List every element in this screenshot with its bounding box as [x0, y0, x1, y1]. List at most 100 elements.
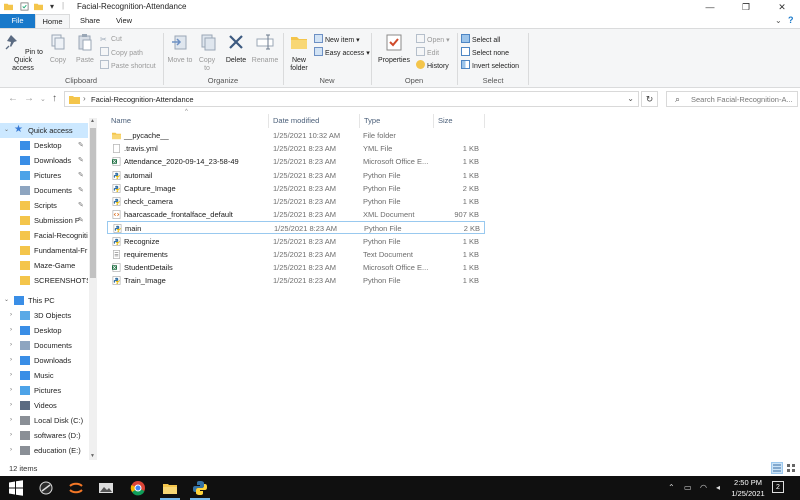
app-icon[interactable]: [38, 480, 54, 496]
column-divider[interactable]: [484, 114, 485, 128]
forward-icon[interactable]: →: [24, 93, 34, 104]
refresh-button[interactable]: ↻: [641, 91, 658, 107]
python-icon[interactable]: [192, 480, 208, 496]
volume-icon[interactable]: ◂: [716, 483, 720, 492]
chevron-right-icon[interactable]: ›: [10, 338, 12, 353]
easy-access-button[interactable]: Easy access ▾: [314, 47, 370, 58]
column-size[interactable]: Size: [438, 116, 453, 125]
search-input[interactable]: Search Facial-Recognition-A...: [691, 95, 793, 104]
nav-item-pc[interactable]: › education (E:): [0, 443, 88, 458]
copy-button[interactable]: Copy: [46, 32, 70, 65]
clock-date[interactable]: 1/25/2021: [728, 489, 768, 498]
maximize-button[interactable]: ❐: [728, 0, 764, 14]
file-row[interactable]: automail 1/25/2021 8:23 AM Python File 1 KB: [107, 169, 485, 182]
nav-quick-access[interactable]: ⌄ ★ Quick access: [0, 123, 88, 138]
tab-file[interactable]: File: [0, 14, 35, 28]
show-hidden-icons-icon[interactable]: ⌃: [668, 483, 675, 492]
search-box[interactable]: ⌕ Search Facial-Recognition-A...: [666, 91, 798, 107]
new-folder-button[interactable]: New folder: [286, 32, 312, 73]
help-icon[interactable]: ?: [788, 15, 794, 25]
chevron-down-icon[interactable]: ⌄: [4, 123, 9, 138]
file-row[interactable]: Capture_Image 1/25/2021 8:23 AM Python Fil…: [107, 182, 485, 195]
properties-button[interactable]: Properties: [374, 32, 414, 65]
nav-this-pc[interactable]: ⌄ This PC: [0, 293, 88, 308]
cut-button[interactable]: ✂ Cut: [100, 34, 122, 45]
nav-item-pc[interactable]: › Downloads: [0, 353, 88, 368]
wifi-icon[interactable]: ◠: [700, 483, 707, 492]
nav-item-pinned[interactable]: Pictures ✎: [0, 168, 88, 183]
chevron-right-icon[interactable]: ›: [10, 443, 12, 458]
up-icon[interactable]: ↑: [52, 93, 57, 104]
nav-item-pc[interactable]: › Videos: [0, 398, 88, 413]
nav-item-pc[interactable]: › Pictures: [0, 383, 88, 398]
ribbon-expand-icon[interactable]: ⌄: [775, 16, 782, 25]
chevron-right-icon[interactable]: ›: [10, 368, 12, 383]
chevron-down-icon[interactable]: ⌄: [627, 94, 634, 103]
delete-button[interactable]: Delete: [222, 32, 250, 65]
file-row[interactable]: .travis.yml 1/25/2021 8:23 AM YML File 1 KB: [107, 142, 485, 155]
nav-item-pinned[interactable]: Documents ✎: [0, 183, 88, 198]
edit-button[interactable]: Edit: [416, 47, 439, 58]
windows-start-icon[interactable]: [8, 480, 24, 496]
paste-shortcut-button[interactable]: Paste shortcut: [100, 60, 156, 71]
column-name[interactable]: Name: [111, 116, 131, 125]
details-view-button[interactable]: [771, 462, 783, 474]
network-icon[interactable]: ▭: [684, 483, 692, 492]
column-divider[interactable]: [433, 114, 434, 128]
chevron-right-icon[interactable]: ›: [10, 308, 12, 323]
address-bar[interactable]: › Facial-Recognition-Attendance ⌄: [64, 91, 639, 107]
nav-item-pc[interactable]: › Local Disk (C:): [0, 413, 88, 428]
nav-item-pc[interactable]: › 3D Objects: [0, 308, 88, 323]
file-explorer-icon[interactable]: [162, 480, 178, 496]
nav-item-recent[interactable]: Maze-Game: [0, 258, 88, 273]
paste-button[interactable]: Paste: [72, 32, 98, 65]
file-row[interactable]: StudentDetails 1/25/2021 8:23 AM Microsoft…: [107, 261, 485, 274]
chevron-right-icon[interactable]: ›: [10, 353, 12, 368]
tab-home[interactable]: Home: [35, 14, 70, 28]
move-to-button[interactable]: Move to: [167, 32, 193, 65]
chrome-icon[interactable]: [130, 480, 146, 496]
minimize-button[interactable]: —: [692, 0, 728, 14]
nav-item-pinned[interactable]: Submission P ✎: [0, 213, 88, 228]
copy-path-button[interactable]: Copy path: [100, 47, 143, 58]
scroll-up-icon[interactable]: ▲: [90, 118, 95, 124]
nav-item-recent[interactable]: Facial-Recogniti: [0, 228, 88, 243]
column-type[interactable]: Type: [364, 116, 380, 125]
select-none-button[interactable]: Select none: [461, 47, 509, 58]
back-icon[interactable]: ←: [8, 93, 18, 104]
recent-locations-icon[interactable]: ⌄: [40, 95, 46, 103]
nav-item-recent[interactable]: SCREENSHOTS: [0, 273, 88, 288]
chevron-right-icon[interactable]: ›: [10, 323, 12, 338]
pin-to-quick-access-button[interactable]: Pin to Quick access: [3, 32, 43, 73]
nav-item-pinned[interactable]: Desktop ✎: [0, 138, 88, 153]
tab-share[interactable]: Share: [75, 14, 105, 28]
photos-icon[interactable]: [98, 480, 114, 496]
invert-selection-button[interactable]: Invert selection: [461, 60, 519, 71]
clock-time[interactable]: 2:50 PM: [730, 478, 766, 487]
chevron-right-icon[interactable]: ›: [10, 413, 12, 428]
copy-to-button[interactable]: Copy to: [195, 32, 219, 73]
chevron-right-icon[interactable]: ›: [10, 428, 12, 443]
chevron-down-icon[interactable]: ⌄: [4, 293, 9, 308]
file-row[interactable]: Train_Image 1/25/2021 8:23 AM Python File 1…: [107, 274, 485, 287]
file-row[interactable]: Recognize 1/25/2021 8:23 AM Python File 1 K…: [107, 235, 485, 248]
tab-view[interactable]: View: [110, 14, 138, 28]
open-button[interactable]: Open ▾: [416, 34, 450, 45]
file-row[interactable]: requirements 1/25/2021 8:23 AM Text Docume…: [107, 248, 485, 261]
customize-quick-access-icon[interactable]: ▾: [50, 2, 54, 11]
file-row[interactable]: __pycache__ 1/25/2021 10:32 AM File folder: [107, 129, 485, 142]
new-folder-icon[interactable]: [34, 2, 43, 11]
nav-scrollbar-thumb[interactable]: [90, 128, 96, 278]
column-divider[interactable]: [268, 114, 269, 128]
properties-icon[interactable]: [20, 2, 29, 11]
file-row[interactable]: haarcascade_frontalface_default 1/25/2021…: [107, 208, 485, 221]
file-row[interactable]: main 1/25/2021 8:23 AM Python File 2 KB: [107, 221, 485, 235]
close-button[interactable]: ✕: [764, 0, 800, 14]
breadcrumb-path[interactable]: Facial-Recognition-Attendance: [91, 95, 194, 104]
column-divider[interactable]: [359, 114, 360, 128]
column-date-modified[interactable]: Date modified: [273, 116, 319, 125]
nav-item-recent[interactable]: Fundamental-Fr: [0, 243, 88, 258]
rename-button[interactable]: Rename: [250, 32, 280, 65]
file-row[interactable]: Attendance_2020-09-14_23-58-49 1/25/2021 …: [107, 155, 485, 168]
nav-item-pc[interactable]: › Music: [0, 368, 88, 383]
